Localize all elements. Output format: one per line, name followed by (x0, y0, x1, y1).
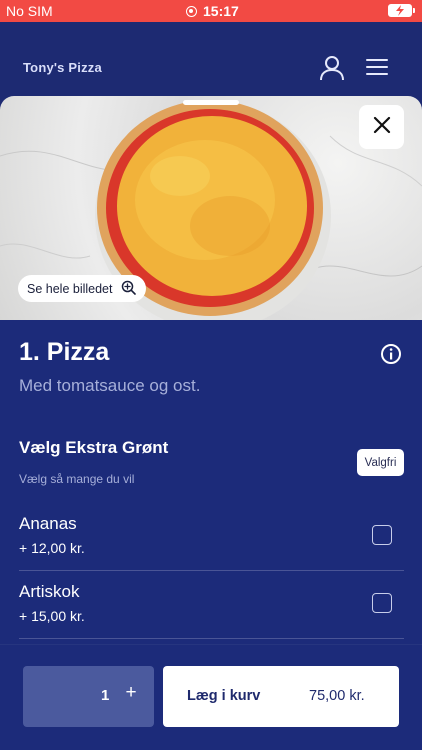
option-checkbox[interactable] (372, 525, 392, 545)
view-full-image-label: Se hele billedet (27, 281, 113, 296)
clock: 15:17 (186, 3, 239, 19)
product-image[interactable]: Se hele billedet (0, 96, 422, 320)
extras-section-title: Vælg Ekstra Grønt (19, 438, 169, 457)
info-icon[interactable] (380, 343, 402, 370)
sheet-drag-handle[interactable] (183, 100, 239, 105)
view-full-image-button[interactable]: Se hele billedet (18, 275, 147, 302)
option-price: + 15,00 kr. (19, 608, 85, 624)
option-name: Artiskok (19, 582, 80, 601)
add-to-cart-label: Læg i kurv (187, 688, 261, 704)
add-to-cart-button[interactable]: Læg i kurv 75,00 kr. (163, 666, 399, 727)
carrier-label: No SIM (6, 3, 53, 19)
option-name: Ananas (19, 514, 77, 533)
optional-badge: Valgfri (357, 449, 404, 476)
product-description: Med tomatsauce og ost. (19, 376, 201, 395)
brand-name: Tony's Pizza (23, 60, 102, 75)
hamburger-menu-icon[interactable] (365, 58, 389, 81)
option-checkbox[interactable] (372, 593, 392, 613)
battery-charging-icon (388, 4, 415, 17)
option-row[interactable]: Ananas + 12,00 kr. (19, 503, 404, 571)
screen-recording-icon (186, 5, 197, 17)
status-bar: No SIM 15:17 (0, 0, 422, 22)
extras-section-subtitle: Vælg så mange du vil (19, 472, 135, 486)
clock-time: 15:17 (203, 3, 239, 19)
quantity-value: 1 (101, 687, 110, 704)
cart-bar: 1 + Læg i kurv 75,00 kr. (0, 644, 422, 750)
increase-quantity-button[interactable]: + (120, 682, 142, 708)
app-header: Tony's Pizza (0, 22, 422, 98)
close-icon (373, 116, 391, 139)
option-price: + 12,00 kr. (19, 540, 85, 556)
quantity-stepper[interactable]: 1 + (23, 666, 154, 727)
option-row[interactable]: Artiskok + 15,00 kr. (19, 571, 404, 639)
cart-total: 75,00 kr. (309, 688, 365, 704)
zoom-in-icon (121, 280, 137, 298)
user-icon[interactable] (318, 54, 346, 87)
product-title: 1. Pizza (19, 338, 110, 366)
close-button[interactable] (359, 105, 404, 149)
